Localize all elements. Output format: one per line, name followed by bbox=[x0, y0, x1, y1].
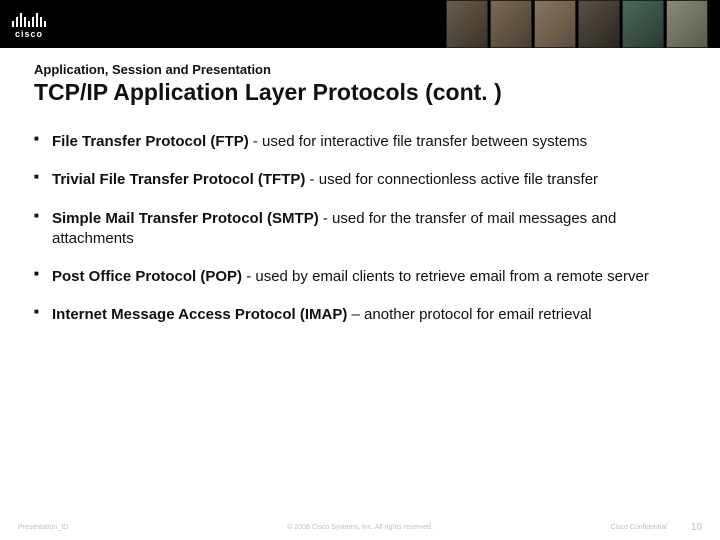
bullet-item: Post Office Protocol (POP) - used by ema… bbox=[34, 267, 686, 287]
header-photo bbox=[446, 0, 488, 48]
bullet-item: Trivial File Transfer Protocol (TFTP) - … bbox=[34, 170, 686, 190]
top-bar: cisco bbox=[0, 0, 720, 48]
bullet-item: File Transfer Protocol (FTP) - used for … bbox=[34, 132, 686, 152]
bullet-text: - used for interactive file transfer bet… bbox=[249, 133, 587, 150]
cisco-logo-text: cisco bbox=[15, 29, 43, 39]
header-photo bbox=[578, 0, 620, 48]
slide-title: TCP/IP Application Layer Protocols (cont… bbox=[34, 79, 686, 106]
header-photo-strip bbox=[444, 0, 708, 48]
bullet-text: – another protocol for email retrieval bbox=[347, 306, 591, 323]
bullet-bold: Simple Mail Transfer Protocol (SMTP) bbox=[52, 210, 319, 227]
bullet-bold: File Transfer Protocol (FTP) bbox=[52, 133, 249, 150]
slide-footer: Presentation_ID © 2008 Cisco Systems, In… bbox=[0, 518, 720, 540]
slide-content: File Transfer Protocol (FTP) - used for … bbox=[0, 114, 720, 540]
bullet-bold: Trivial File Transfer Protocol (TFTP) bbox=[52, 171, 305, 188]
header-photo bbox=[622, 0, 664, 48]
bullet-text: - used by email clients to retrieve emai… bbox=[242, 268, 649, 285]
slide: cisco Application, Session and Presentat… bbox=[0, 0, 720, 540]
header-photo bbox=[666, 0, 708, 48]
footer-confidential: Cisco Confidential bbox=[610, 524, 666, 531]
cisco-logo: cisco bbox=[12, 9, 46, 39]
header-block: Application, Session and Presentation TC… bbox=[0, 48, 720, 114]
footer-copyright: © 2008 Cisco Systems, Inc. All rights re… bbox=[287, 524, 433, 531]
bullet-item: Internet Message Access Protocol (IMAP) … bbox=[34, 305, 686, 325]
footer-right: Cisco Confidential 10 bbox=[610, 522, 702, 533]
bullet-list: File Transfer Protocol (FTP) - used for … bbox=[34, 132, 686, 326]
slide-pretitle: Application, Session and Presentation bbox=[34, 62, 686, 77]
footer-page-number: 10 bbox=[691, 522, 702, 533]
bullet-bold: Internet Message Access Protocol (IMAP) bbox=[52, 306, 347, 323]
header-photo bbox=[490, 0, 532, 48]
cisco-logo-icon bbox=[12, 9, 46, 27]
bullet-text: - used for connectionless active file tr… bbox=[305, 171, 598, 188]
footer-presentation-id: Presentation_ID bbox=[18, 524, 68, 531]
header-photo bbox=[534, 0, 576, 48]
bullet-item: Simple Mail Transfer Protocol (SMTP) - u… bbox=[34, 209, 686, 250]
bullet-bold: Post Office Protocol (POP) bbox=[52, 268, 242, 285]
